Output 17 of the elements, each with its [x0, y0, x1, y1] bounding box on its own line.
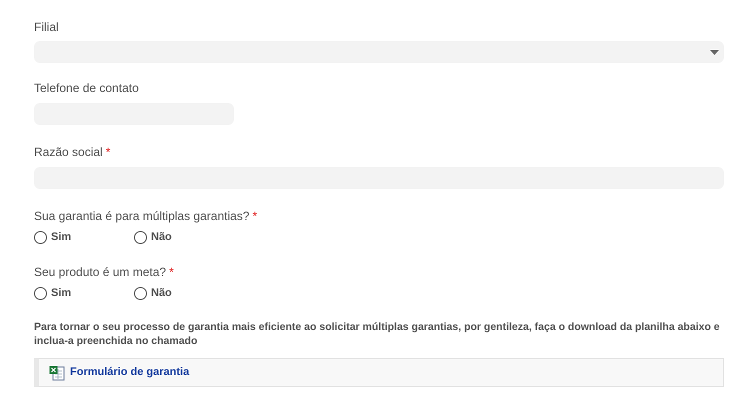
radio-option[interactable]: Sim [34, 287, 134, 300]
spreadsheet-icon [49, 364, 65, 380]
caret-icon [710, 50, 719, 54]
radio-option[interactable]: Não [134, 231, 234, 244]
radio-option[interactable]: Não [134, 287, 234, 300]
field-label: Sua garantia é para múltiplas garantias? [34, 209, 250, 223]
radio-option[interactable]: Sim [34, 231, 134, 244]
field-label: Seu produto é um meta? [34, 265, 166, 279]
field-label: Telefone de contato [34, 81, 139, 95]
notice-text: Para tornar o seu processo de garantia mais eficiente ao solicitar múltiplas garantias, por gentileza, faça o download da planilha abaixo e inclua-a preenchida no chamado [34, 320, 721, 348]
field-label: Razão social [34, 145, 103, 159]
select-field[interactable] [34, 41, 724, 63]
attachment-link[interactable]: Formulário de garantia [70, 364, 190, 381]
required-mark: * [252, 209, 258, 223]
required-mark: * [169, 265, 174, 279]
required-mark: * [106, 145, 110, 159]
field-label: Filial [34, 20, 59, 34]
